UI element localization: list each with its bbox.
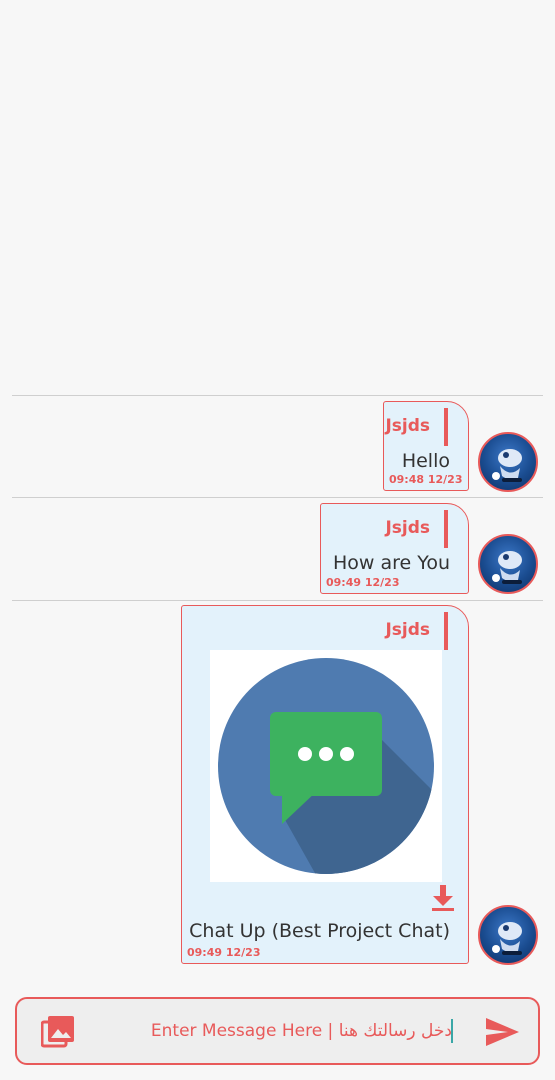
message-image[interactable]: [210, 650, 442, 882]
mascot-icon: [492, 551, 522, 584]
message-text: Hello: [401, 450, 450, 472]
message-time: 09:48 12/23: [389, 473, 463, 486]
divider: [12, 497, 543, 498]
message-input[interactable]: Enter Message Here | دخل رسالتك هنا: [151, 1021, 452, 1041]
avatar[interactable]: [478, 905, 538, 965]
divider: [12, 395, 543, 396]
message-bubble[interactable]: Jsjds How are You 09:49 12/23: [320, 503, 469, 594]
sender-name: Jsjds: [385, 518, 430, 538]
message-bubble[interactable]: Jsjds Hello 09:48 12/23: [383, 401, 469, 491]
message-row: Jsjds Hello 09:48 12/23: [0, 395, 555, 497]
avatar[interactable]: [478, 534, 538, 594]
message-time: 09:49 12/23: [326, 576, 400, 589]
sender-name: Jsjds: [385, 416, 430, 436]
sender-bar: [444, 510, 448, 548]
message-row: Jsjds How are You 09:49 12/23: [0, 497, 555, 600]
avatar[interactable]: [478, 432, 538, 492]
download-icon[interactable]: [430, 884, 456, 912]
message-time: 09:49 12/23: [187, 946, 261, 959]
sender-bar: [444, 612, 448, 650]
message-text: How are You: [332, 552, 450, 574]
send-icon[interactable]: [483, 1013, 521, 1051]
mascot-icon: [492, 449, 522, 482]
sender-name: Jsjds: [385, 620, 430, 640]
message-composer: Enter Message Here | دخل رسالتك هنا: [15, 997, 540, 1065]
photo-library-icon[interactable]: [40, 1015, 75, 1049]
message-row: Jsjds Chat Up (Best Project Chat) 09:49 …: [0, 600, 555, 970]
message-text: Chat Up (Best Project Chat): [189, 920, 450, 942]
sender-bar: [444, 408, 448, 446]
divider: [12, 600, 543, 601]
message-bubble[interactable]: Jsjds Chat Up (Best Project Chat) 09:49 …: [181, 605, 469, 964]
chat-app-logo: [218, 658, 434, 874]
text-cursor: [451, 1019, 453, 1043]
chat-screen: { "messages": [ {"sender": "Jsjds", "tex…: [0, 0, 555, 1080]
mascot-icon: [492, 922, 522, 955]
